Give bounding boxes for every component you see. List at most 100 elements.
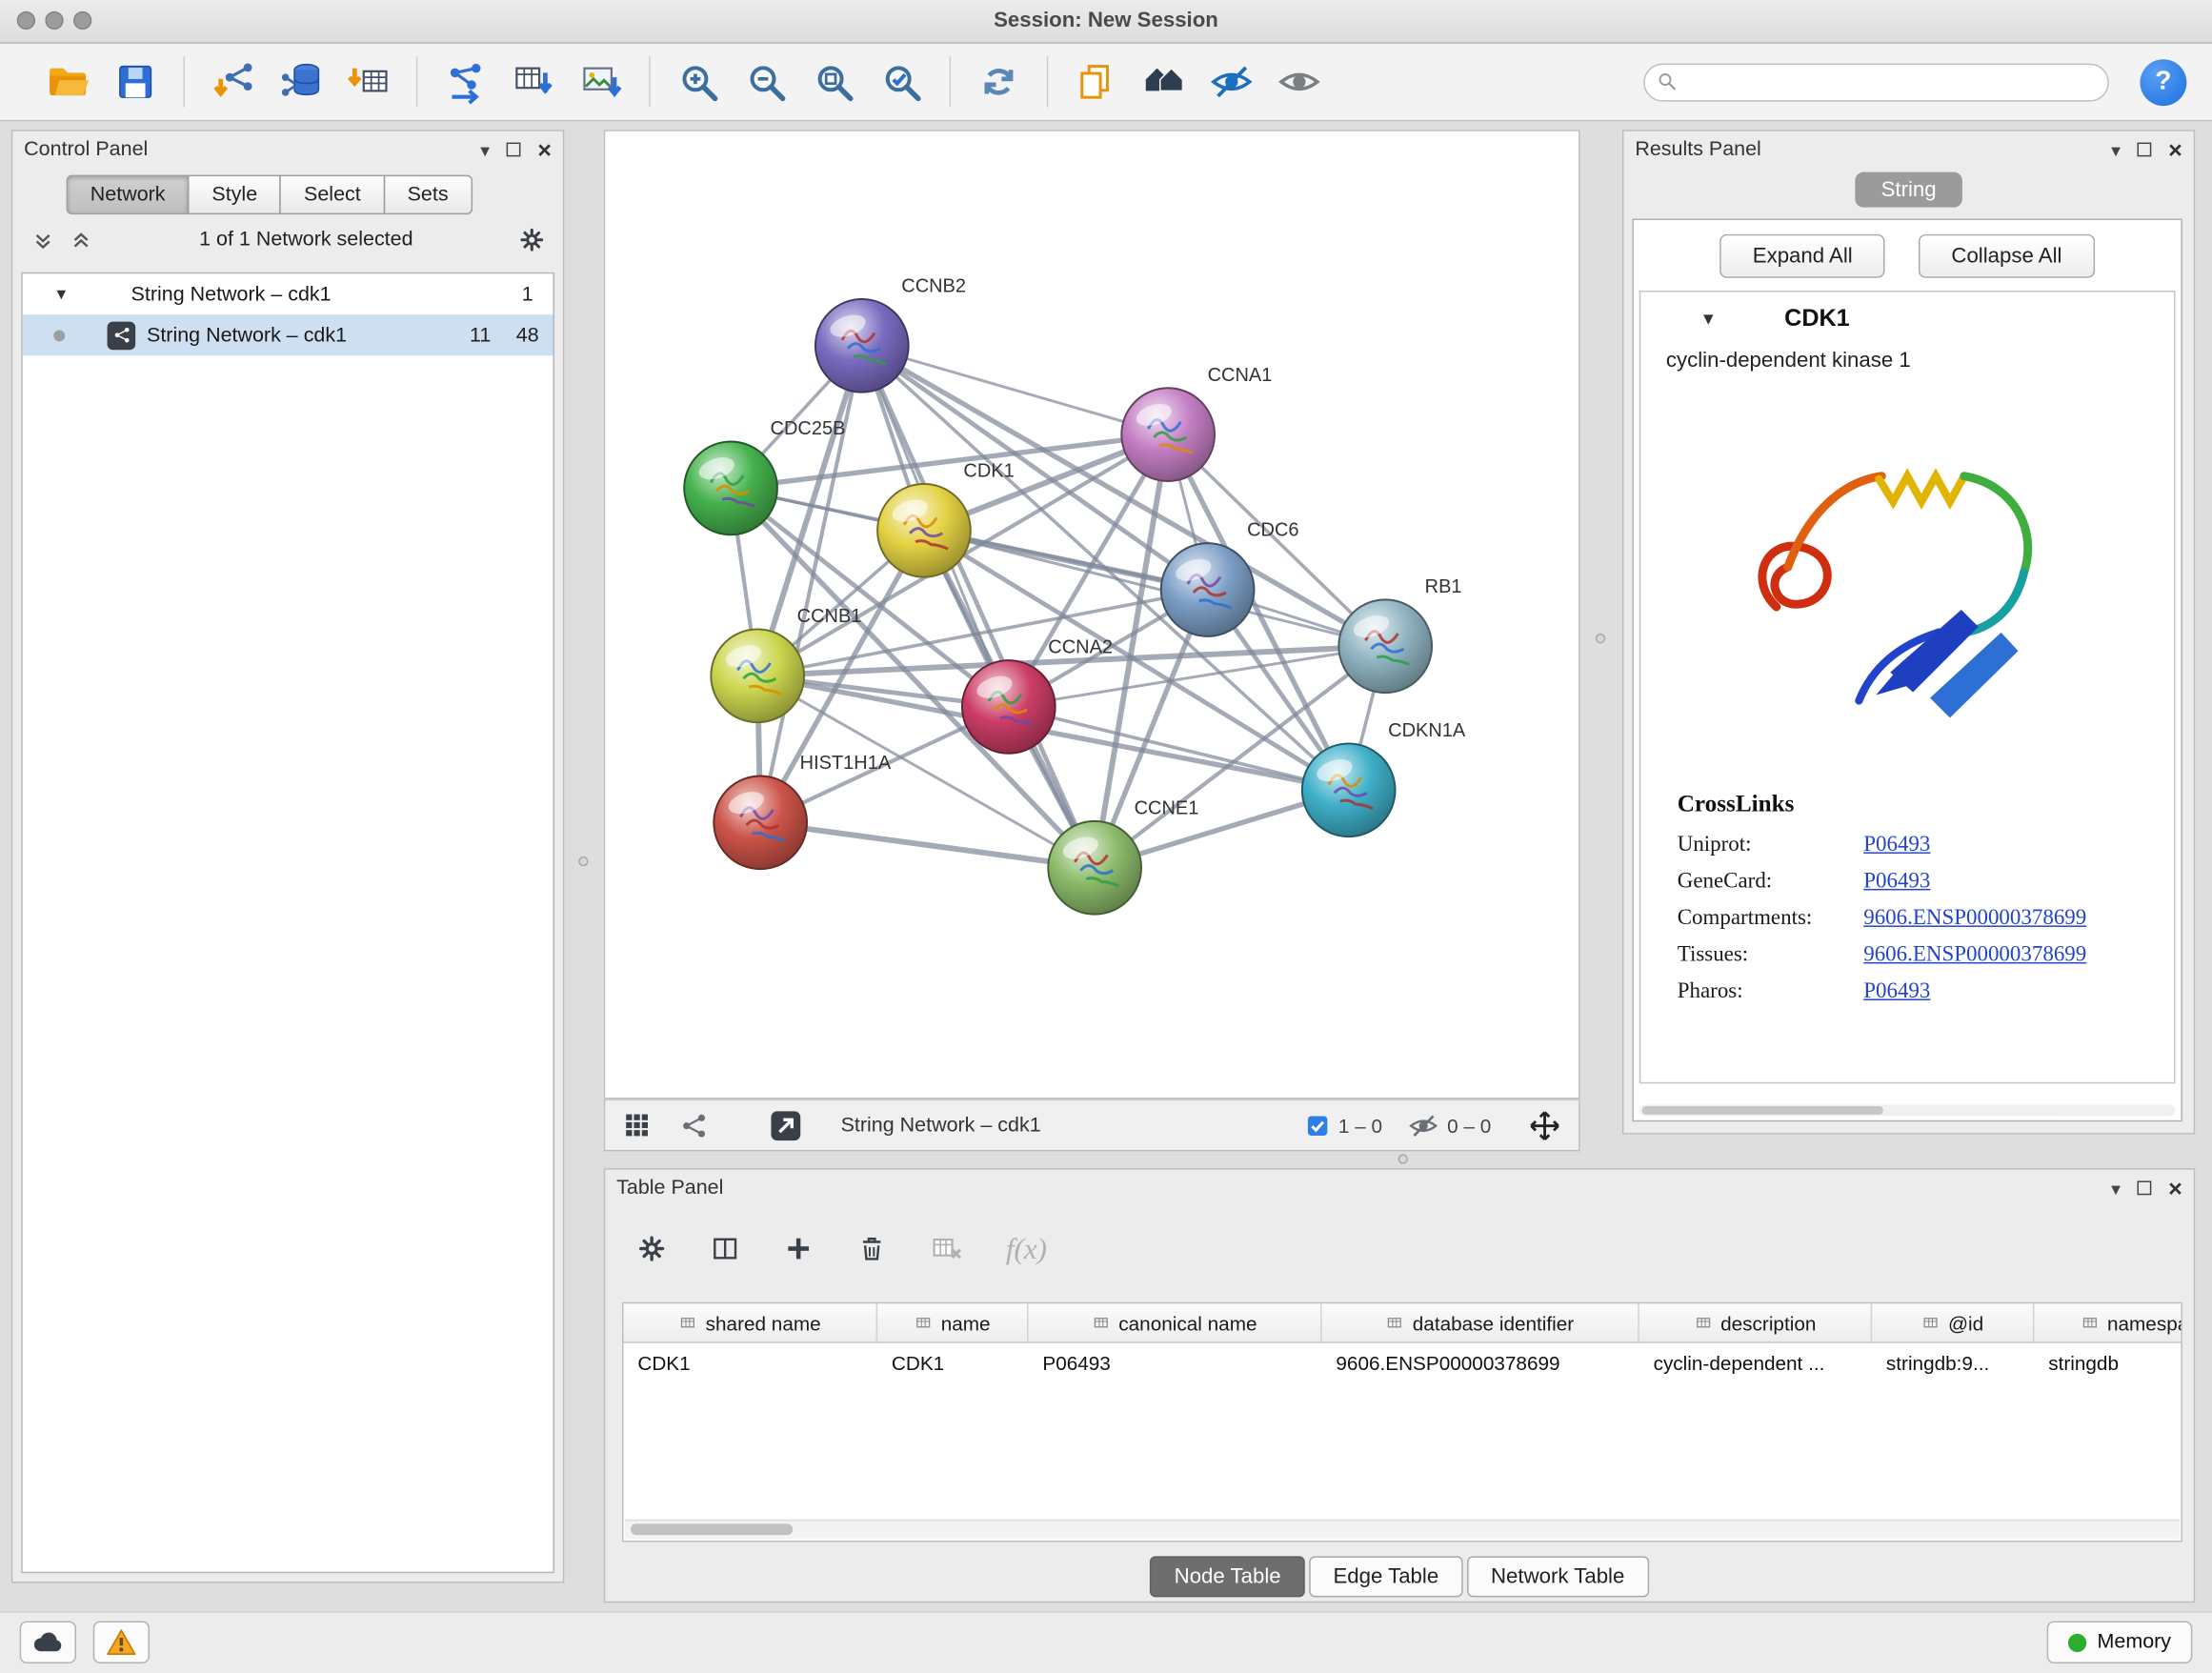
columns-icon[interactable] — [710, 1233, 741, 1264]
tab-network-table[interactable]: Network Table — [1467, 1556, 1649, 1597]
network-node-ccnb1[interactable]: CCNB1 — [711, 606, 861, 722]
column-header-database-identifier[interactable]: database identifier — [1322, 1303, 1639, 1341]
close-panel-icon[interactable]: × — [537, 137, 552, 161]
control-tab-network[interactable]: Network — [67, 175, 190, 214]
search-input[interactable] — [1687, 70, 2107, 95]
hide-details-button[interactable] — [1202, 52, 1261, 111]
network-edge[interactable] — [760, 822, 1095, 867]
zoom-out-button[interactable] — [736, 52, 795, 111]
control-tab-sets[interactable]: Sets — [383, 175, 472, 214]
crosslink-value-link[interactable]: P06493 — [1863, 833, 1930, 858]
selected-checkbox-icon[interactable] — [1304, 1113, 1330, 1139]
column-header-shared-name[interactable]: shared name — [624, 1303, 878, 1341]
control-tab-select[interactable]: Select — [280, 175, 385, 214]
network-node-cdkn1a[interactable]: CDKN1A — [1302, 720, 1466, 836]
scrollbar-thumb[interactable] — [1642, 1106, 1883, 1115]
gear-icon[interactable] — [636, 1233, 668, 1264]
network-edge[interactable] — [760, 346, 862, 823]
table-row[interactable]: CDK1CDK1P064939606.ENSP00000378699cyclin… — [624, 1343, 2182, 1381]
hidden-eye-slash-icon[interactable] — [1408, 1110, 1439, 1141]
table-cell[interactable]: CDK1 — [877, 1343, 1028, 1381]
network-edge[interactable] — [862, 346, 1095, 868]
disclosure-triangle-icon[interactable]: ▼ — [1699, 309, 1717, 329]
expand-all-button[interactable]: Expand All — [1720, 233, 1885, 277]
import-network-file-button[interactable] — [203, 52, 262, 111]
crosslink-value-link[interactable]: 9606.ENSP00000378699 — [1863, 942, 2086, 968]
network-collection-row[interactable]: ▼ String Network – cdk1 1 — [23, 273, 553, 314]
network-node-rb1[interactable]: RB1 — [1338, 576, 1461, 693]
grid-view-icon[interactable] — [622, 1110, 652, 1139]
share-nodes-icon[interactable] — [680, 1111, 709, 1139]
crosslink-value-link[interactable]: 9606.ENSP00000378699 — [1863, 906, 2086, 932]
table-cell[interactable]: stringdb:9... — [1872, 1343, 2034, 1381]
table-cell[interactable]: P06493 — [1029, 1343, 1322, 1381]
export-network-button[interactable] — [504, 52, 563, 111]
network-node-cdk1[interactable]: CDK1 — [877, 461, 1015, 577]
network-row-selected[interactable]: String Network – cdk1 11 48 — [23, 314, 553, 355]
import-table-button[interactable] — [338, 52, 397, 111]
memory-button[interactable]: Memory — [2046, 1622, 2192, 1663]
column-header--id[interactable]: @id — [1872, 1303, 2034, 1341]
gene-header[interactable]: ▼ CDK1 — [1640, 292, 2174, 346]
network-graph[interactable]: CCNB2CCNA1CDC25BCDK1CDC6RB1CCNB1CCNA2CDK… — [605, 131, 1579, 1098]
float-panel-icon[interactable] — [507, 143, 521, 157]
zoom-fit-button[interactable] — [804, 52, 863, 111]
show-details-button[interactable] — [1270, 52, 1329, 111]
column-header-namespac[interactable]: namespac — [2034, 1303, 2182, 1341]
gear-icon[interactable] — [517, 226, 546, 254]
column-header-description[interactable]: description — [1639, 1303, 1872, 1341]
horizontal-splitter-handle[interactable] — [1398, 1154, 1408, 1163]
expand-all-icon[interactable] — [68, 227, 94, 253]
trash-icon[interactable] — [856, 1233, 888, 1264]
table-cell[interactable]: cyclin-dependent ... — [1639, 1343, 1872, 1381]
close-panel-icon[interactable]: × — [2168, 137, 2182, 161]
table-horizontal-scrollbar[interactable] — [625, 1520, 2180, 1540]
move-crosshair-icon[interactable] — [1528, 1108, 1562, 1142]
refresh-button[interactable] — [969, 52, 1028, 111]
zoom-selected-button[interactable] — [872, 52, 931, 111]
tab-edge-table[interactable]: Edge Table — [1309, 1556, 1462, 1597]
network-canvas[interactable]: CCNB2CCNA1CDC25BCDK1CDC6RB1CCNB1CCNA2CDK… — [604, 130, 1580, 1099]
houses-button[interactable] — [1135, 52, 1194, 111]
delete-table-icon[interactable] — [930, 1232, 964, 1266]
external-link-icon[interactable] — [768, 1107, 805, 1144]
collapse-panel-icon[interactable]: ▾ — [480, 140, 490, 158]
collapse-panel-icon[interactable]: ▾ — [2111, 1179, 2121, 1197]
float-panel-icon[interactable] — [2138, 143, 2152, 157]
export-image-button[interactable] — [572, 52, 631, 111]
close-panel-icon[interactable]: × — [2168, 1176, 2182, 1199]
network-edge[interactable] — [862, 346, 1168, 434]
zoom-in-button[interactable] — [669, 52, 728, 111]
open-session-button[interactable] — [38, 52, 97, 111]
control-tab-style[interactable]: Style — [188, 175, 281, 214]
add-column-icon[interactable] — [783, 1233, 814, 1264]
save-session-button[interactable] — [106, 52, 165, 111]
network-edge[interactable] — [924, 531, 1385, 646]
vertical-splitter-handle[interactable] — [1596, 634, 1605, 643]
cloud-button[interactable] — [20, 1622, 76, 1663]
disclosure-triangle-icon[interactable]: ▼ — [53, 286, 69, 303]
warnings-button[interactable] — [93, 1622, 150, 1663]
function-builder-button[interactable]: f(x) — [1006, 1231, 1047, 1266]
float-panel-icon[interactable] — [2138, 1180, 2152, 1195]
tab-string[interactable]: String — [1856, 171, 1961, 207]
column-header-name[interactable]: name — [877, 1303, 1028, 1341]
copy-style-button[interactable] — [1067, 52, 1126, 111]
vertical-splitter-handle[interactable] — [578, 857, 588, 866]
table-cell[interactable]: 9606.ENSP00000378699 — [1322, 1343, 1639, 1381]
help-button[interactable]: ? — [2140, 58, 2186, 105]
tab-node-table[interactable]: Node Table — [1150, 1556, 1304, 1597]
scrollbar-thumb[interactable] — [631, 1523, 793, 1535]
toolbar-search[interactable] — [1643, 63, 2109, 101]
import-network-database-button[interactable] — [271, 52, 330, 111]
collapse-all-button[interactable]: Collapse All — [1919, 233, 2094, 277]
crosslink-value-link[interactable]: P06493 — [1863, 869, 1930, 895]
table-cell[interactable]: CDK1 — [624, 1343, 878, 1381]
crosslink-value-link[interactable]: P06493 — [1863, 979, 1930, 1005]
new-network-button[interactable] — [436, 52, 495, 111]
column-header-canonical-name[interactable]: canonical name — [1029, 1303, 1322, 1341]
table-cell[interactable]: stringdb — [2034, 1343, 2182, 1381]
collapse-panel-icon[interactable]: ▾ — [2111, 140, 2121, 158]
collapse-all-icon[interactable] — [30, 227, 56, 253]
network-node-hist1h1a[interactable]: HIST1H1A — [714, 753, 892, 869]
